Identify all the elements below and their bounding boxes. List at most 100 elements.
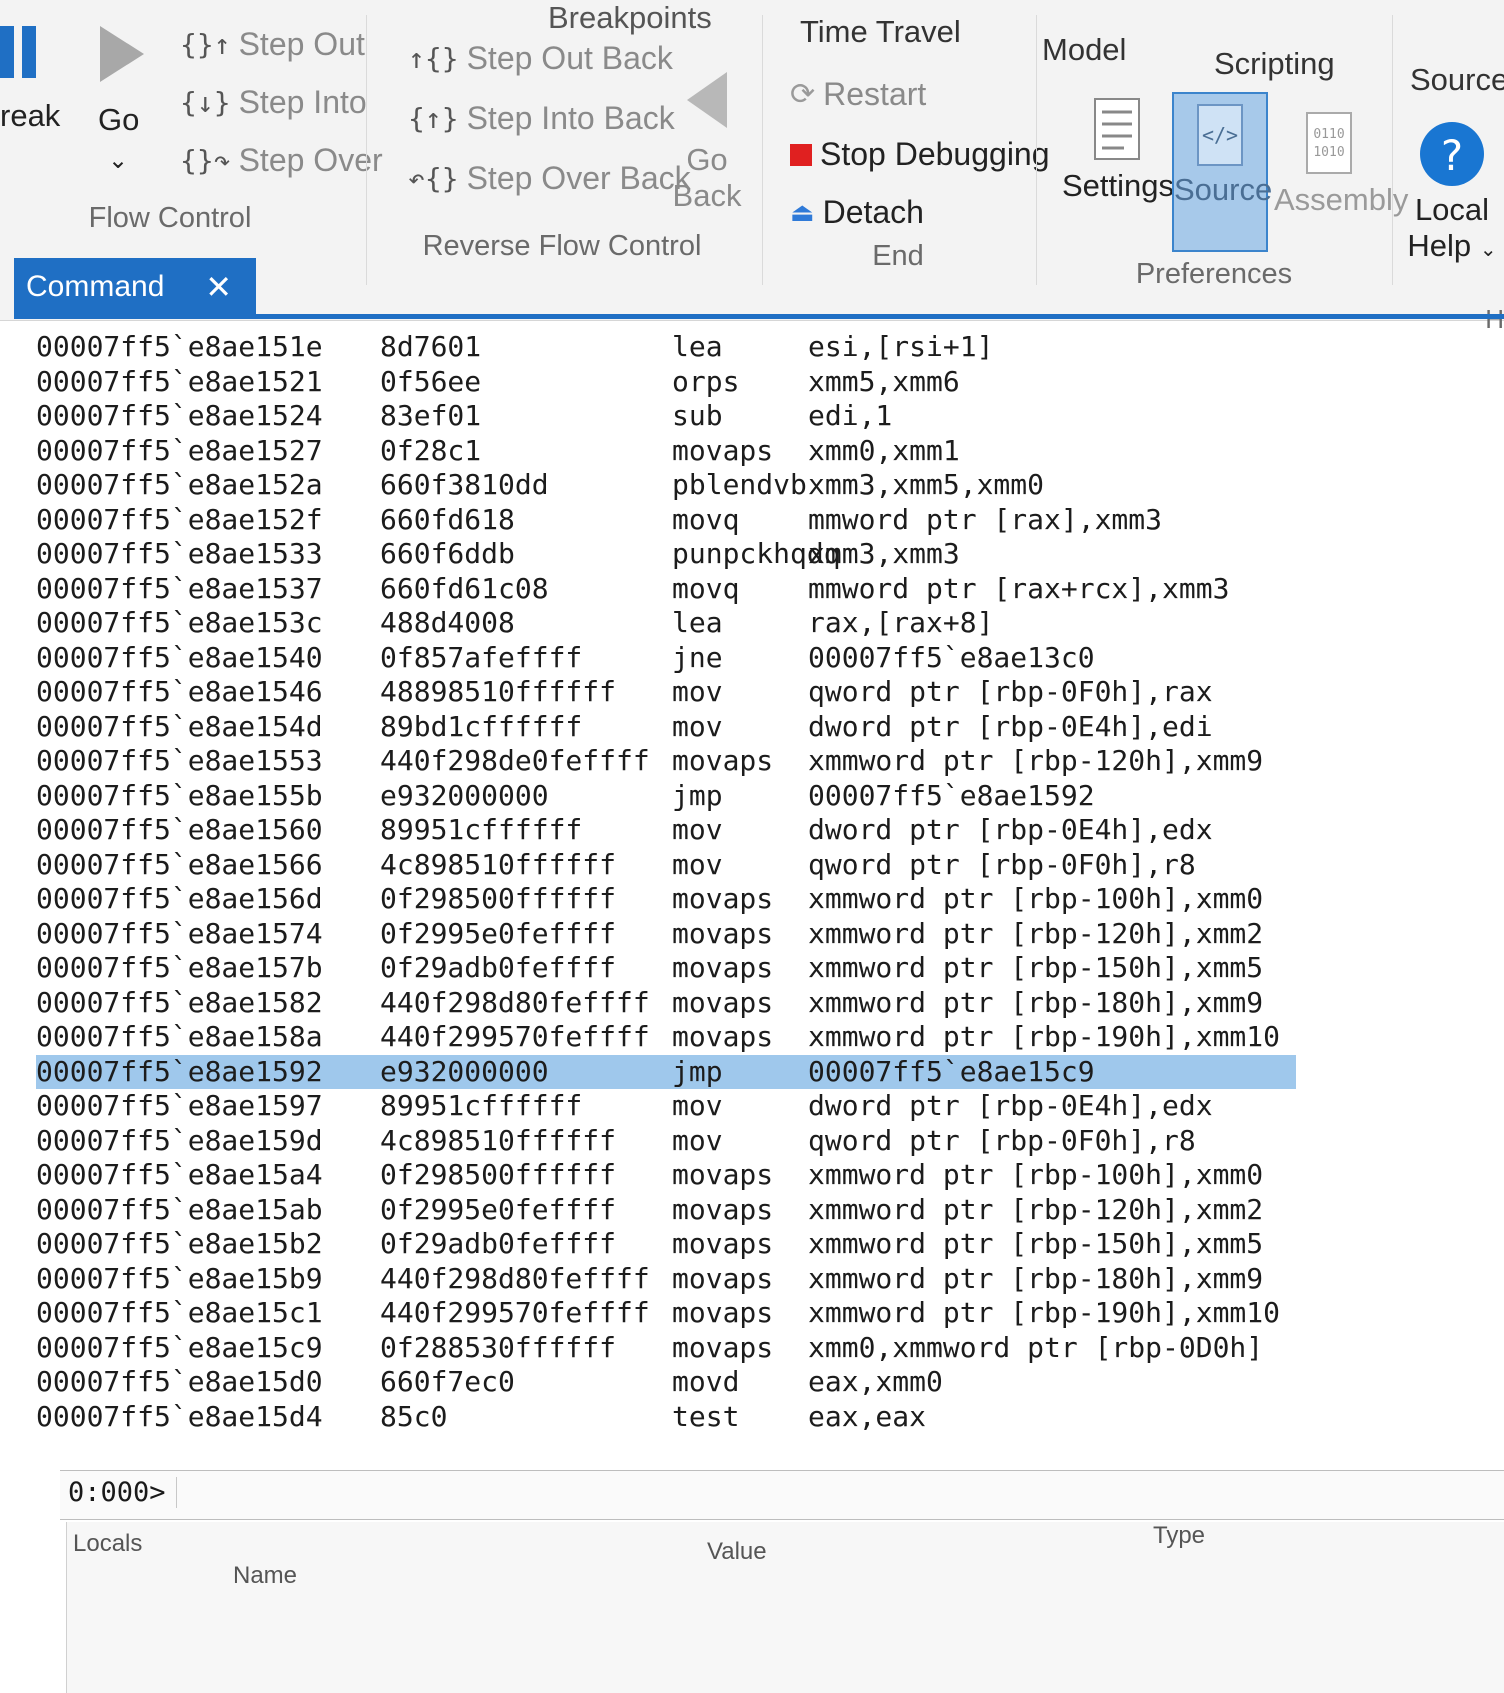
disassembly-line[interactable]: 00007ff5`e8ae156d 0f298500ffffff movaps xmm… (36, 882, 1296, 917)
local-help-button[interactable]: ? Local Help ⌄ (1400, 120, 1504, 264)
disassembly-line[interactable]: 00007ff5`e8ae15b2 0f29adb0feffff movaps xmm… (36, 1227, 1296, 1262)
instruction-address: 00007ff5`e8ae15ab (36, 1192, 323, 1226)
instruction-address: 00007ff5`e8ae154d (36, 709, 323, 743)
disassembly-line[interactable]: 00007ff5`e8ae1566 4c898510ffffff mov qword … (36, 848, 1296, 883)
settings-button[interactable]: Settings (1062, 96, 1174, 204)
instruction-operands: edi,1 (808, 399, 893, 432)
column-header-value[interactable]: Value (707, 1538, 767, 1566)
step-into-button[interactable]: {↓} Step Into (180, 84, 367, 121)
disassembly-line[interactable]: 00007ff5`e8ae153c 488d4008 lea rax,[rax+8] (36, 606, 1296, 641)
step-out-back-button[interactable]: ↑{} Step Out Back (408, 40, 673, 77)
instruction-mnemonic: lea (672, 330, 723, 363)
flow-control-label: Flow Control (88, 202, 252, 234)
instruction-operands: xmmword ptr [rbp-190h],xmm10 (808, 1020, 1281, 1053)
disassembly-line[interactable]: 00007ff5`e8ae159d 4c898510ffffff mov qword … (36, 1124, 1296, 1159)
disassembly-line[interactable]: 00007ff5`e8ae1533 660f6ddb punpckhqdq xmm3,… (36, 537, 1296, 572)
disassembly-line[interactable]: 00007ff5`e8ae1524 83ef01 sub edi,1 (36, 399, 1296, 434)
disassembly-line[interactable]: 00007ff5`e8ae1540 0f857afeffff jne 00007ff5… (36, 641, 1296, 676)
instruction-operands: xmm5,xmm6 (808, 364, 960, 398)
assembly-binary-icon: 0110 1010 (1306, 112, 1352, 174)
disassembly-line[interactable]: 00007ff5`e8ae1546 48898510ffffff mov qword … (36, 675, 1296, 710)
instruction-address: 00007ff5`e8ae1566 (36, 847, 323, 881)
disassembly-line[interactable]: 00007ff5`e8ae151e 8d7601 lea esi,[rsi+1] (36, 330, 1296, 365)
disassembly-line[interactable]: 00007ff5`e8ae152a 660f3810dd pblendvb xmm3,… (36, 468, 1296, 503)
instruction-mnemonic: mov (672, 675, 723, 708)
disassembly-line[interactable]: 00007ff5`e8ae158a 440f299570feffff movaps x… (36, 1020, 1296, 1055)
detach-button[interactable]: ⏏ Detach (790, 194, 924, 231)
disassembly-line[interactable]: 00007ff5`e8ae1527 0f28c1 movaps xmm0,xmm1 (36, 434, 1296, 469)
instruction-address: 00007ff5`e8ae15d4 (36, 1399, 323, 1433)
go-back-button[interactable]: Go Back (672, 70, 742, 220)
disassembly-line[interactable]: 00007ff5`e8ae15d0 660f7ec0 movd eax,xmm0 (36, 1365, 1296, 1400)
instruction-address: 00007ff5`e8ae1597 (36, 1089, 323, 1122)
instruction-address: 00007ff5`e8ae159d (36, 1123, 323, 1157)
instruction-mnemonic: mov (672, 1123, 723, 1157)
break-button[interactable]: reak (0, 20, 60, 133)
source-mode-button[interactable]: </> Source (1172, 92, 1273, 252)
instruction-bytes: 660f7ec0 (380, 1365, 515, 1398)
disassembly-line[interactable]: 00007ff5`e8ae15a4 0f298500ffffff movaps xmm… (36, 1158, 1296, 1193)
disassembly-line[interactable]: 00007ff5`e8ae157b 0f29adb0feffff movaps xmm… (36, 951, 1296, 986)
instruction-address: 00007ff5`e8ae152f (36, 502, 323, 536)
go-button[interactable]: Go ⌄ (92, 20, 152, 180)
instruction-bytes: e932000000 (380, 1054, 549, 1088)
stop-debugging-button[interactable]: Stop Debugging (790, 136, 1050, 173)
instruction-address: 00007ff5`e8ae15a4 (36, 1158, 323, 1191)
disassembly-line[interactable]: 00007ff5`e8ae154d 89bd1cffffff mov dword pt… (36, 710, 1296, 745)
column-header-name[interactable]: Name (233, 1562, 297, 1590)
disassembly-line[interactable]: 00007ff5`e8ae1582 440f298d80feffff movaps x… (36, 986, 1296, 1021)
instruction-address: 00007ff5`e8ae155b (36, 778, 323, 812)
instruction-address: 00007ff5`e8ae1546 (36, 675, 323, 708)
instruction-mnemonic: movaps (672, 951, 774, 984)
local-help-label-line2-wrap: Help ⌄ (1400, 228, 1504, 264)
disassembly-line[interactable]: 00007ff5`e8ae15d4 85c0 test eax,eax (36, 1400, 1296, 1435)
instruction-operands: mmword ptr [rax+rcx],xmm3 (808, 571, 1230, 605)
disassembly-line[interactable]: 00007ff5`e8ae1537 660fd61c08 movq mmword pt… (36, 572, 1296, 607)
play-icon (100, 26, 144, 82)
disassembly-line[interactable]: 00007ff5`e8ae1553 440f298de0feffff movaps x… (36, 744, 1296, 779)
ribbon-separator (762, 15, 763, 285)
source-mode-label: Source (1174, 172, 1273, 207)
instruction-mnemonic: movq (672, 571, 740, 605)
disassembly-line[interactable]: 00007ff5`e8ae15c1 440f299570feffff movaps x… (36, 1296, 1296, 1331)
disassembly-line[interactable]: 00007ff5`e8ae1521 0f56ee orps xmm5,xmm6 (36, 365, 1296, 400)
instruction-operands: xmm3,xmm3 (808, 537, 960, 570)
instruction-bytes: 0f857afeffff (380, 640, 583, 674)
instruction-address: 00007ff5`e8ae15c1 (36, 1296, 323, 1329)
step-over-button[interactable]: {}↷ Step Over (180, 142, 383, 179)
instruction-operands: xmmword ptr [rbp-150h],xmm5 (808, 1227, 1264, 1260)
instruction-address: 00007ff5`e8ae15c9 (36, 1330, 323, 1364)
command-input[interactable] (180, 1475, 1484, 1515)
instruction-bytes: 0f298500ffffff (380, 1158, 617, 1191)
instruction-mnemonic: movaps (672, 744, 774, 777)
disassembly-line[interactable]: 00007ff5`e8ae1560 89951cffffff mov dword pt… (36, 813, 1296, 848)
step-into-back-button[interactable]: {↑} Step Into Back (408, 100, 675, 137)
disassembly-output[interactable]: 00007ff5`e8ae151e 8d7601 lea esi,[rsi+1] 000… (36, 330, 1296, 1434)
instruction-bytes: 660f3810dd (380, 468, 549, 501)
instruction-operands: xmmword ptr [rbp-180h],xmm9 (808, 985, 1264, 1019)
disassembly-line[interactable]: 00007ff5`e8ae15b9 440f298d80feffff movaps x… (36, 1262, 1296, 1297)
assembly-mode-button[interactable]: 0110 1010 Assembly (1274, 110, 1408, 218)
step-out-button[interactable]: {}↑ Step Out (180, 26, 365, 63)
close-icon[interactable]: ✕ (205, 268, 232, 306)
disassembly-line[interactable]: 00007ff5`e8ae1597 89951cffffff mov dword pt… (36, 1089, 1296, 1124)
locals-title: Locals (73, 1530, 143, 1557)
restart-button[interactable]: ⟳ Restart (790, 76, 926, 113)
disassembly-line[interactable]: 00007ff5`e8ae155b e932000000 jmp 00007ff5`e… (36, 779, 1296, 814)
instruction-mnemonic: movaps (672, 1020, 774, 1053)
instruction-bytes: 8d7601 (380, 330, 482, 363)
column-header-type[interactable]: Type (1153, 1522, 1205, 1550)
command-window-tab[interactable]: Command ✕ (14, 258, 256, 316)
disassembly-line-current[interactable]: 00007ff5`e8ae1592 e932000000 jmp 00007ff5`e… (36, 1054, 1296, 1089)
settings-icon (1094, 98, 1140, 160)
disassembly-line[interactable]: 00007ff5`e8ae15c9 0f288530ffffff movaps xmm… (36, 1331, 1296, 1366)
disassembly-line[interactable]: 00007ff5`e8ae152f 660fd618 movq mmword ptr … (36, 503, 1296, 538)
step-into-back-label: Step Into Back (466, 100, 675, 136)
disassembly-line[interactable]: 00007ff5`e8ae15ab 0f2995e0feffff movaps xmm… (36, 1193, 1296, 1228)
command-tab-label: Command (26, 270, 165, 303)
instruction-address: 00007ff5`e8ae1540 (36, 640, 323, 674)
instruction-bytes: 440f298d80feffff (380, 1261, 650, 1295)
disassembly-line[interactable]: 00007ff5`e8ae1574 0f2995e0feffff movaps xmm… (36, 917, 1296, 952)
instruction-address: 00007ff5`e8ae153c (36, 606, 323, 639)
step-over-back-button[interactable]: ↶{} Step Over Back (408, 160, 691, 197)
